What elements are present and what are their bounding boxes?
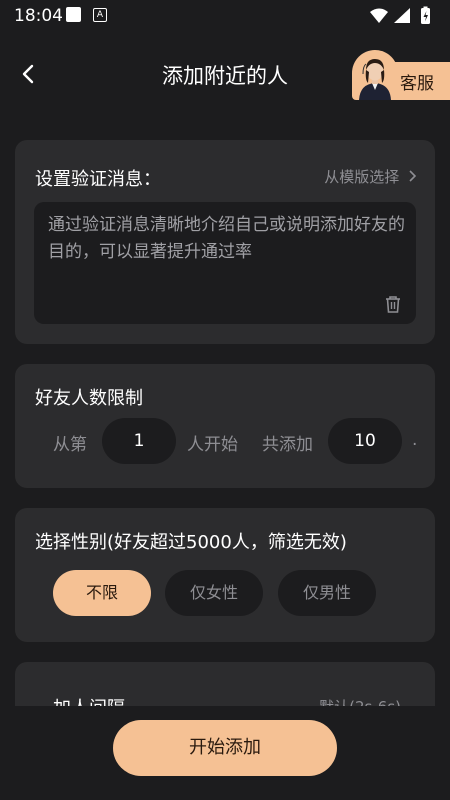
status-bar: 18:04 A	[0, 0, 450, 32]
notification-square-icon	[66, 7, 81, 22]
chevron-right-icon	[409, 170, 417, 182]
notification-a-icon: A	[93, 8, 107, 22]
gender-card: 选择性别(好友超过5000人，筛选无效) 不限 仅女性 仅男性	[15, 508, 435, 642]
friend-limit-card: 好友人数限制 从第 1 人开始 共添加 10 .	[15, 364, 435, 488]
screen: 18:04 A 添加附近的人 客服 设置验证消息： 从模版选择 通过验证消息清晰…	[0, 0, 450, 800]
wifi-icon	[370, 8, 388, 23]
gender-option-female[interactable]: 仅女性	[165, 570, 263, 616]
verify-message-card: 设置验证消息： 从模版选择 通过验证消息清晰地介绍自己或说明添加好友的目的，可以…	[15, 140, 435, 344]
trailing-dot: .	[412, 430, 418, 450]
gender-section-title: 选择性别(好友超过5000人，筛选无效)	[35, 532, 347, 553]
battery-icon	[421, 6, 430, 24]
customer-service-button[interactable]: 客服	[352, 50, 450, 100]
total-label: 共添加	[262, 435, 313, 455]
signal-icon	[394, 8, 410, 23]
verify-section-title: 设置验证消息：	[35, 169, 161, 190]
gender-option-male[interactable]: 仅男性	[278, 570, 376, 616]
verify-message-text: 通过验证消息清晰地介绍自己或说明添加好友的目的，可以显著提升通过率	[48, 215, 405, 262]
verify-message-input[interactable]: 通过验证消息清晰地介绍自己或说明添加好友的目的，可以显著提升通过率	[34, 202, 416, 324]
trash-icon[interactable]	[384, 294, 402, 314]
status-icons	[370, 6, 430, 24]
limit-section-title: 好友人数限制	[35, 388, 143, 409]
total-number-input[interactable]: 10	[328, 418, 402, 464]
header: 添加附近的人 客服	[0, 40, 450, 112]
agent-avatar	[352, 50, 398, 100]
template-link-label: 从模版选择	[324, 168, 400, 186]
customer-service-label: 客服	[400, 74, 434, 94]
limit-row: 从第 1 人开始 共添加 10 .	[15, 418, 435, 464]
start-add-button[interactable]: 开始添加	[113, 720, 337, 776]
start-number-input[interactable]: 1	[102, 418, 176, 464]
gender-option-any[interactable]: 不限	[53, 570, 151, 616]
from-label: 从第	[53, 435, 87, 455]
start-suffix-label: 人开始	[187, 435, 238, 455]
template-select-link[interactable]: 从模版选择	[324, 166, 417, 187]
status-time: 18:04	[14, 6, 63, 26]
